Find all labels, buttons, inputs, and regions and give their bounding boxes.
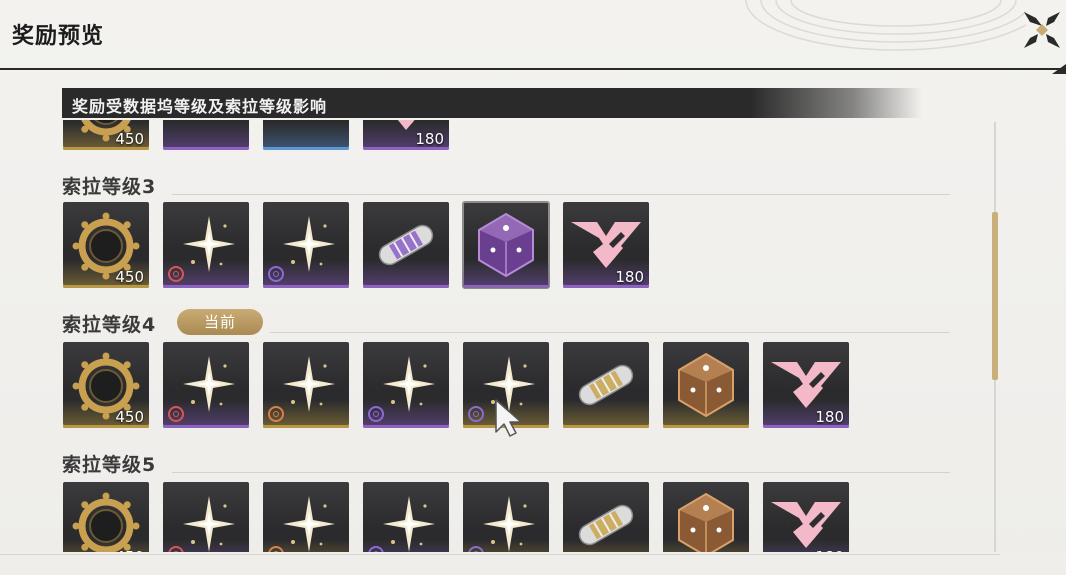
reward-item[interactable]: 180 bbox=[763, 342, 849, 428]
reward-item[interactable]: 450 bbox=[63, 342, 149, 428]
element-badge-icon bbox=[168, 406, 184, 422]
item-quantity: 450 bbox=[115, 130, 144, 148]
reward-item[interactable] bbox=[663, 342, 749, 428]
reward-item[interactable]: 450 bbox=[63, 120, 149, 150]
item-quantity: 180 bbox=[615, 268, 644, 286]
header-divider bbox=[0, 68, 1066, 70]
page-title: 奖励预览 bbox=[12, 24, 105, 49]
reward-item[interactable] bbox=[163, 342, 249, 428]
reward-item[interactable] bbox=[363, 482, 449, 552]
reward-item[interactable] bbox=[363, 202, 449, 288]
reward-item[interactable]: 180 bbox=[763, 482, 849, 552]
reward-item[interactable]: 450 bbox=[63, 482, 149, 552]
reward-item[interactable] bbox=[163, 120, 249, 150]
reward-item[interactable] bbox=[463, 482, 549, 552]
section-divider bbox=[172, 472, 950, 473]
reward-item[interactable] bbox=[363, 342, 449, 428]
scrollbar-thumb[interactable] bbox=[992, 212, 998, 380]
reward-item[interactable] bbox=[163, 482, 249, 552]
element-badge-icon bbox=[368, 406, 384, 422]
item-quantity: 180 bbox=[815, 408, 844, 426]
item-quantity: 450 bbox=[115, 408, 144, 426]
info-banner: 奖励受数据坞等级及索拉等级影响 bbox=[62, 88, 922, 118]
reward-item[interactable] bbox=[563, 342, 649, 428]
item-quantity: 450 bbox=[115, 268, 144, 286]
item-quantity: 180 bbox=[415, 130, 444, 148]
section-divider bbox=[172, 194, 950, 195]
reward-item[interactable] bbox=[263, 342, 349, 428]
reward-item[interactable]: 180 bbox=[363, 120, 449, 150]
reward-item[interactable] bbox=[163, 202, 249, 288]
section-title: 索拉等级4 bbox=[62, 314, 157, 336]
reward-item[interactable] bbox=[563, 482, 649, 552]
footer-divider bbox=[0, 554, 1000, 555]
reward-item[interactable] bbox=[263, 482, 349, 552]
header-bar: 奖励预览 bbox=[0, 0, 1066, 70]
footer-fade bbox=[0, 552, 1066, 575]
reward-item[interactable]: 450 bbox=[63, 202, 149, 288]
current-level-badge: 当前 bbox=[177, 309, 263, 335]
reward-item[interactable] bbox=[263, 120, 349, 150]
element-badge-icon bbox=[268, 406, 284, 422]
reward-item[interactable]: 180 bbox=[563, 202, 649, 288]
reward-item[interactable] bbox=[462, 201, 550, 289]
section-title: 索拉等级5 bbox=[62, 454, 157, 476]
close-icon bbox=[1024, 12, 1060, 48]
section-title: 索拉等级3 bbox=[62, 176, 157, 198]
reward-item[interactable] bbox=[263, 202, 349, 288]
close-button[interactable] bbox=[1022, 10, 1062, 50]
section-divider bbox=[270, 332, 950, 333]
reward-item[interactable] bbox=[663, 482, 749, 552]
element-badge-icon bbox=[268, 266, 284, 282]
element-badge-icon bbox=[468, 406, 484, 422]
element-badge-icon bbox=[168, 266, 184, 282]
item-quantity: 450 bbox=[115, 548, 144, 552]
info-banner-text: 奖励受数据坞等级及索拉等级影响 bbox=[72, 97, 328, 116]
mouse-cursor-icon bbox=[495, 399, 522, 437]
reward-list[interactable]: 450 180 索拉等级3 450 180 索拉等级4 当前 450 180 索… bbox=[0, 120, 1000, 552]
item-quantity: 180 bbox=[815, 548, 844, 552]
